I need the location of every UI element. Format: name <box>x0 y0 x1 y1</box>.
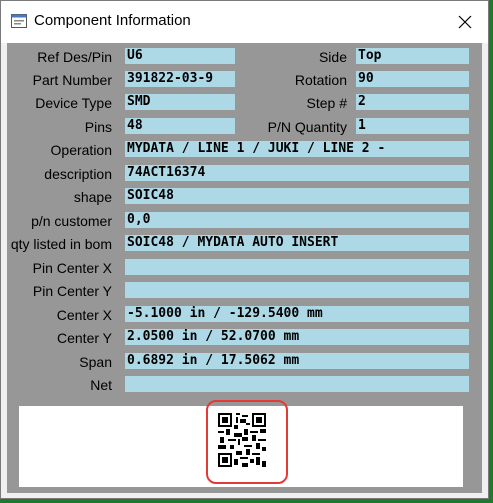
label-part-number: Part Number <box>32 72 112 88</box>
field-step: 2 <box>356 94 469 110</box>
label-pins: Pins <box>84 119 112 135</box>
label-center-y: Center Y <box>57 330 112 346</box>
label-shape: shape <box>73 189 112 205</box>
label-center-x: Center X <box>56 307 112 323</box>
label-operation: Operation <box>50 142 112 158</box>
title-bar: Component Information <box>1 1 488 43</box>
window-title: Component Information <box>34 12 191 29</box>
app-window-icon <box>11 14 27 28</box>
field-pins: 48 <box>125 118 235 134</box>
field-part-number: 391822-03-9 <box>125 71 235 87</box>
label-description: description <box>44 166 112 182</box>
label-net: Net <box>90 377 112 393</box>
close-button[interactable] <box>442 1 488 43</box>
label-rotation: Rotation <box>294 72 347 88</box>
label-qty-in-bom: qty listed in bom <box>10 236 112 252</box>
field-pn-customer: 0,0 <box>125 212 469 228</box>
label-device-type: Device Type <box>35 95 112 111</box>
close-icon <box>458 15 472 29</box>
label-side: Side <box>318 49 347 65</box>
label-pin-center-x: Pin Center X <box>32 260 112 276</box>
field-side: Top <box>356 48 469 64</box>
field-center-y: 2.0500 in / 52.0700 mm <box>125 329 469 345</box>
field-center-x: -5.1000 in / -129.5400 mm <box>125 306 469 322</box>
field-description: 74ACT16374 <box>125 165 469 181</box>
component-info-dialog: Component Information Ref Des/Pin U6 Par… <box>0 0 489 499</box>
field-shape: SOIC48 <box>125 188 469 204</box>
label-step: Step # <box>306 95 347 111</box>
field-pin-center-x <box>125 259 469 275</box>
info-panel: Ref Des/Pin U6 Part Number 391822-03-9 D… <box>7 43 482 493</box>
label-pin-center-y: Pin Center Y <box>32 283 112 299</box>
field-qty-in-bom: SOIC48 / MYDATA AUTO INSERT <box>125 235 469 251</box>
field-net <box>125 376 469 392</box>
field-pn-quantity: 1 <box>356 118 469 134</box>
field-rotation: 90 <box>356 71 469 87</box>
field-operation: MYDATA / LINE 1 / JUKI / LINE 2 - <box>125 141 469 157</box>
qr-panel <box>19 400 463 487</box>
qr-code-icon[interactable] <box>218 413 266 467</box>
field-pin-center-y <box>125 282 469 298</box>
field-device-type: SMD <box>125 94 235 110</box>
field-span: 0.6892 in / 17.5062 mm <box>125 353 469 369</box>
field-ref-des: U6 <box>125 48 235 64</box>
label-pn-customer: p/n customer <box>31 213 112 229</box>
label-pn-quantity: P/N Quantity <box>267 119 347 135</box>
label-ref-des: Ref Des/Pin <box>37 49 112 65</box>
label-span: Span <box>79 354 112 370</box>
